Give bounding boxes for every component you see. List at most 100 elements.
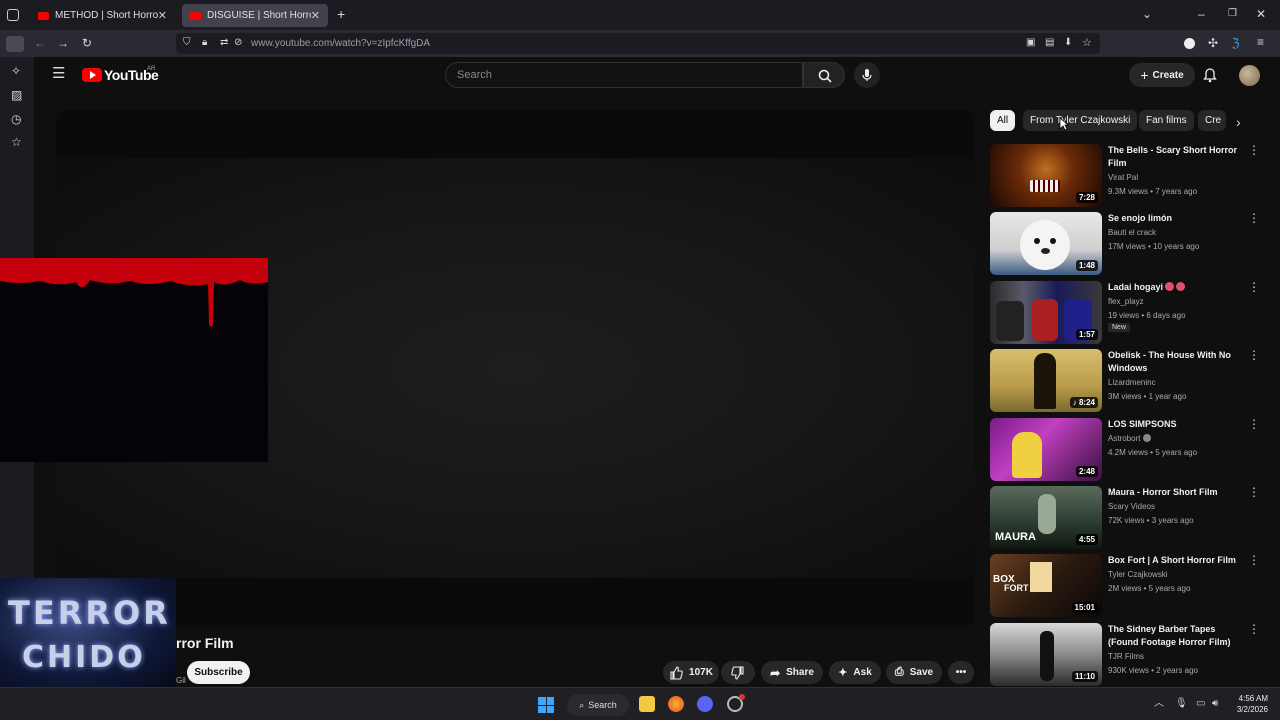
menu-icon[interactable]: ≡ (1257, 36, 1264, 48)
bookmark-star-icon[interactable]: ☆ (1082, 37, 1092, 49)
rec-channel[interactable]: Astrobort (1108, 434, 1152, 443)
more-vertical-icon[interactable]: ⋮ (1248, 349, 1260, 363)
more-vertical-icon[interactable]: ⋮ (1248, 623, 1260, 637)
recommendation-item[interactable]: 11:10 The Sidney Barber Tapes (Found Foo… (990, 623, 1260, 686)
taskbar-clock[interactable]: 4:56 AM 3/2/2026 (1226, 693, 1268, 715)
video-thumbnail[interactable]: 11:10 (990, 623, 1102, 686)
video-thumbnail[interactable]: ♪ 8:24 (990, 349, 1102, 412)
search-box[interactable] (445, 62, 803, 88)
rec-channel[interactable]: Bauti el crack (1108, 228, 1156, 237)
extensions-icon[interactable]: ✣ (1208, 37, 1218, 49)
app-icon[interactable] (727, 694, 745, 712)
rec-channel[interactable]: Virat Pal (1108, 173, 1138, 182)
tray-overflow-icon[interactable]: ︿ (1154, 698, 1164, 710)
channel-name[interactable]: Gil (176, 676, 186, 685)
list-tabs-icon[interactable]: ⌄ (1142, 8, 1152, 20)
sync-tabs-icon[interactable]: ▨ (11, 89, 22, 101)
recommendation-item[interactable]: 1:48 Se enojo limón Bauti el crack 17M v… (990, 212, 1260, 275)
avatar[interactable] (1239, 65, 1260, 86)
tab-disguise[interactable]: DISGUISE | Short Horror Film - YouTube ✕ (182, 4, 328, 27)
file-explorer-icon[interactable] (639, 696, 655, 712)
create-button[interactable]: + Create (1129, 63, 1195, 87)
reload-icon[interactable]: ↻ (82, 37, 92, 49)
close-window-icon[interactable]: ✕ (1256, 8, 1266, 20)
taskbar-search-button[interactable]: ⌕ Search (567, 694, 629, 716)
more-vertical-icon[interactable]: ⋮ (1248, 554, 1260, 568)
chip-from-tyler-czajkowski[interactable]: From Tyler Czajkowski (1023, 110, 1138, 131)
lock-icon[interactable]: 🔒︎ (202, 37, 207, 49)
more-vertical-icon[interactable]: ⋮ (1248, 281, 1260, 295)
back-icon[interactable]: ← (34, 37, 46, 49)
hamburger-menu-icon[interactable]: ☰ (52, 66, 65, 81)
chip-cre[interactable]: Cre (1198, 110, 1226, 131)
more-vertical-icon[interactable]: ⋮ (1248, 486, 1260, 500)
rec-title[interactable]: The Bells - Scary Short Horror Film (1108, 144, 1238, 170)
rec-title[interactable]: LOS SIMPSONS (1108, 418, 1238, 431)
rec-title[interactable]: Obelisk - The House With No Windows (1108, 349, 1238, 375)
video-thumbnail[interactable]: 7:28 (990, 144, 1102, 207)
more-actions-button[interactable]: ••• (948, 661, 974, 684)
rec-title[interactable]: Maura - Horror Short Film (1108, 486, 1238, 499)
tab-close-icon[interactable]: ✕ (158, 9, 167, 22)
translate-extension-icon[interactable]: ℨ (1232, 37, 1239, 49)
reader-view-icon[interactable]: ▤ (1045, 37, 1054, 49)
windows-start-icon[interactable] (538, 697, 554, 713)
shield-icon[interactable]: ⛉ (183, 37, 191, 49)
discord-icon[interactable] (697, 696, 713, 712)
chip-fan-films[interactable]: Fan films (1139, 110, 1194, 131)
minimize-icon[interactable]: – (1198, 8, 1205, 20)
ask-button[interactable]: ✦ Ask (829, 661, 881, 684)
recommendation-item[interactable]: 7:28 The Bells - Scary Short Horror Film… (990, 144, 1260, 207)
bookmarks-icon[interactable]: ☆ (11, 136, 22, 148)
search-button[interactable] (803, 62, 845, 88)
url-text[interactable]: www.youtube.com/watch?v=zIpfcKffgDA (251, 38, 430, 49)
chip-all[interactable]: All (990, 110, 1016, 131)
dislike-button[interactable] (721, 661, 755, 684)
video-thumbnail[interactable]: BOX FORT 15:01 (990, 554, 1102, 617)
recommendation-item[interactable]: ♪ 8:24 Obelisk - The House With No Windo… (990, 349, 1260, 412)
maximize-icon[interactable]: ❐ (1228, 8, 1237, 20)
video-thumbnail[interactable]: 1:48 (990, 212, 1102, 275)
more-vertical-icon[interactable]: ⋮ (1248, 212, 1260, 226)
like-button[interactable]: 107K (663, 661, 719, 684)
rec-title[interactable]: Se enojo limón (1108, 212, 1238, 225)
video-thumbnail[interactable]: 1:57 (990, 281, 1102, 344)
microphone-tray-icon[interactable]: 🎙︎ (1175, 698, 1188, 710)
share-button[interactable]: ➦ Share (761, 661, 823, 684)
more-vertical-icon[interactable]: ⋮ (1248, 418, 1260, 432)
video-thumbnail[interactable]: 2:48 (990, 418, 1102, 481)
tab-overview-icon[interactable] (7, 9, 19, 21)
ai-chat-icon[interactable]: ✧ (11, 65, 21, 77)
subscribe-button[interactable]: Subscribe (187, 661, 250, 684)
recommendation-item[interactable]: 1:57 Ladai hogayi flex_playz 19 views • … (990, 281, 1260, 344)
tab-close-icon[interactable]: ✕ (311, 9, 320, 22)
voice-search-button[interactable] (854, 62, 880, 88)
rec-channel[interactable]: TJR Films (1108, 652, 1144, 661)
autoplay-blocked-icon[interactable]: ⊘ (234, 37, 242, 49)
address-bar[interactable]: ⛉ 🔒︎ ⇄ ⊘ www.youtube.com/watch?v=zIpfcKf… (176, 33, 1100, 54)
chevron-right-icon[interactable]: › (1236, 115, 1241, 129)
tab-method[interactable]: METHOD | Short Horror Film - YouTube ✕ (30, 4, 175, 27)
volume-icon[interactable]: 🔊︎ (1212, 698, 1218, 710)
recommendation-item[interactable]: MAURA 4:55 Maura - Horror Short Film Sca… (990, 486, 1260, 549)
permissions-icon[interactable]: ⇄ (220, 37, 228, 49)
rec-title[interactable]: Box Fort | A Short Horror Film (1108, 554, 1238, 567)
rec-channel[interactable]: Scary Videos (1108, 502, 1155, 511)
forward-icon[interactable]: → (57, 37, 69, 49)
account-icon[interactable] (1184, 38, 1195, 49)
network-icon[interactable]: ▭ (1196, 698, 1205, 710)
rec-channel[interactable]: Lizardmeninc (1108, 378, 1156, 387)
sidebar-toggle-icon[interactable] (6, 36, 24, 52)
history-icon[interactable]: ◷ (11, 113, 21, 125)
new-tab-icon[interactable]: + (337, 7, 345, 21)
rec-channel[interactable]: flex_playz (1108, 297, 1144, 306)
recommendation-item[interactable]: BOX FORT 15:01 Box Fort | A Short Horror… (990, 554, 1260, 617)
firefox-icon[interactable] (668, 696, 684, 712)
rec-title[interactable]: Ladai hogayi (1108, 281, 1238, 294)
picture-in-picture-icon[interactable]: ▣ (1026, 37, 1035, 49)
video-thumbnail[interactable]: MAURA 4:55 (990, 486, 1102, 549)
rec-title[interactable]: The Sidney Barber Tapes (Found Footage H… (1108, 623, 1238, 649)
save-button[interactable]: ⎙ Save (886, 661, 942, 684)
more-vertical-icon[interactable]: ⋮ (1248, 144, 1260, 158)
rec-channel[interactable]: Tyler Czajkowski (1108, 570, 1168, 579)
